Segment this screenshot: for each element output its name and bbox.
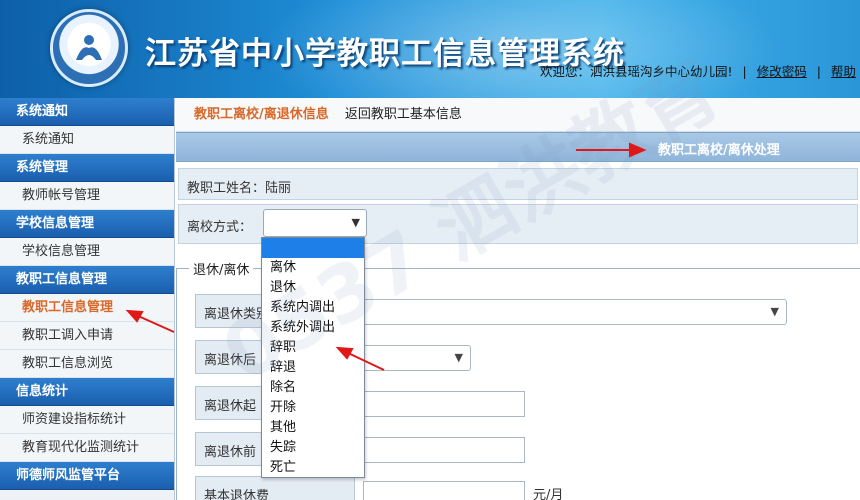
chevron-down-icon: ▼ <box>770 305 779 318</box>
sidebar-item-teacher-accounts[interactable]: 教师帐号管理 <box>0 182 174 210</box>
sidebar-item-staff-browse[interactable]: 教职工信息浏览 <box>0 350 174 378</box>
sidebar-section-system[interactable]: 系统管理 <box>0 154 174 182</box>
retirement-start-input[interactable] <box>363 391 525 417</box>
dropdown-option[interactable]: 辞退 <box>262 358 364 378</box>
panel-titlebar: 教职工离校/离休处理 <box>176 132 860 162</box>
dropdown-option[interactable] <box>262 238 364 258</box>
chevron-down-icon: ▼ <box>454 351 463 364</box>
user-bar: 欢迎您：泗洪县瑶沟乡中心幼儿园! | 修改密码 | 帮助 <box>540 61 856 80</box>
sidebar-section-stats[interactable]: 信息统计 <box>0 378 174 406</box>
dropdown-option[interactable]: 系统外调出 <box>262 318 364 338</box>
dropdown-option[interactable]: 离休 <box>262 258 364 278</box>
pension-unit: 元/月 <box>533 488 564 500</box>
staff-name: 教职工姓名：陆丽 <box>187 181 292 196</box>
logo-emblem-icon <box>76 35 102 60</box>
sidebar-item-modernization-stats[interactable]: 教育现代化监测统计 <box>0 434 174 462</box>
dropdown-option[interactable]: 其他 <box>262 418 364 438</box>
welcome-text: 欢迎您：泗洪县瑶沟乡中心幼儿园! <box>540 64 733 79</box>
dropdown-option[interactable]: 失踪 <box>262 438 364 458</box>
change-password-link[interactable]: 修改密码 <box>757 64 807 79</box>
app-root: 江苏省中小学教职工信息管理系统 欢迎您：泗洪县瑶沟乡中心幼儿园! | 修改密码 … <box>0 0 860 500</box>
name-row: 教职工姓名：陆丽 <box>178 168 858 200</box>
sidebar-section-school[interactable]: 学校信息管理 <box>0 210 174 238</box>
pre-retirement-input[interactable] <box>363 437 525 463</box>
field-label: 基本退休费 <box>195 476 355 500</box>
dropdown-option[interactable]: 退休 <box>262 278 364 298</box>
sidebar: 系统通知 系统通知 系统管理 教师帐号管理 学校信息管理 学校信息管理 教职工信… <box>0 98 175 500</box>
sidebar-item-faculty-stats[interactable]: 师资建设指标统计 <box>0 406 174 434</box>
leave-mode-select[interactable]: ▼ <box>263 209 367 237</box>
sidebar-item-notice[interactable]: 系统通知 <box>0 126 174 154</box>
sidebar-section-notice[interactable]: 系统通知 <box>0 98 174 126</box>
dropdown-option[interactable]: 除名 <box>262 378 364 398</box>
dropdown-option[interactable]: 开除 <box>262 398 364 418</box>
post-retirement-select[interactable]: ▼ <box>363 345 471 371</box>
back-link[interactable]: 返回教职工基本信息 <box>345 107 462 122</box>
retirement-legend: 退休/离休 <box>189 259 254 278</box>
separator: | <box>742 64 747 79</box>
separator: | <box>816 64 821 79</box>
breadcrumb: 教职工离校/离退休信息 返回教职工基本信息 <box>176 98 860 132</box>
leave-mode-options-list: 离休 退休 系统内调出 系统外调出 辞职 辞退 除名 开除 其他 失踪 死亡 <box>261 237 365 478</box>
chevron-down-icon: ▼ <box>351 216 360 229</box>
help-link[interactable]: 帮助 <box>831 64 856 79</box>
sidebar-item-school-info[interactable]: 学校信息管理 <box>0 238 174 266</box>
sidebar-item-staff-transfer-in[interactable]: 教职工调入申请 <box>0 322 174 350</box>
breadcrumb-current: 教职工离校/离退休信息 <box>194 107 329 122</box>
panel-title: 教职工离校/离休处理 <box>658 143 780 158</box>
field-row: 基本退休费 元/月 <box>195 476 859 500</box>
leave-mode-label: 离校方式： <box>187 220 253 235</box>
basic-pension-input[interactable] <box>363 481 525 500</box>
dropdown-option[interactable]: 辞职 <box>262 338 364 358</box>
header-banner: 江苏省中小学教职工信息管理系统 欢迎您：泗洪县瑶沟乡中心幼儿园! | 修改密码 … <box>0 0 860 98</box>
sidebar-item-staff-info[interactable]: 教职工信息管理 <box>0 294 174 322</box>
retirement-category-select[interactable]: ▼ <box>363 299 787 325</box>
dropdown-option[interactable]: 死亡 <box>262 458 364 478</box>
sidebar-section-ethics[interactable]: 师德师风监管平台 <box>0 462 174 490</box>
sidebar-section-staff[interactable]: 教职工信息管理 <box>0 266 174 294</box>
logo <box>50 9 128 87</box>
dropdown-option[interactable]: 系统内调出 <box>262 298 364 318</box>
